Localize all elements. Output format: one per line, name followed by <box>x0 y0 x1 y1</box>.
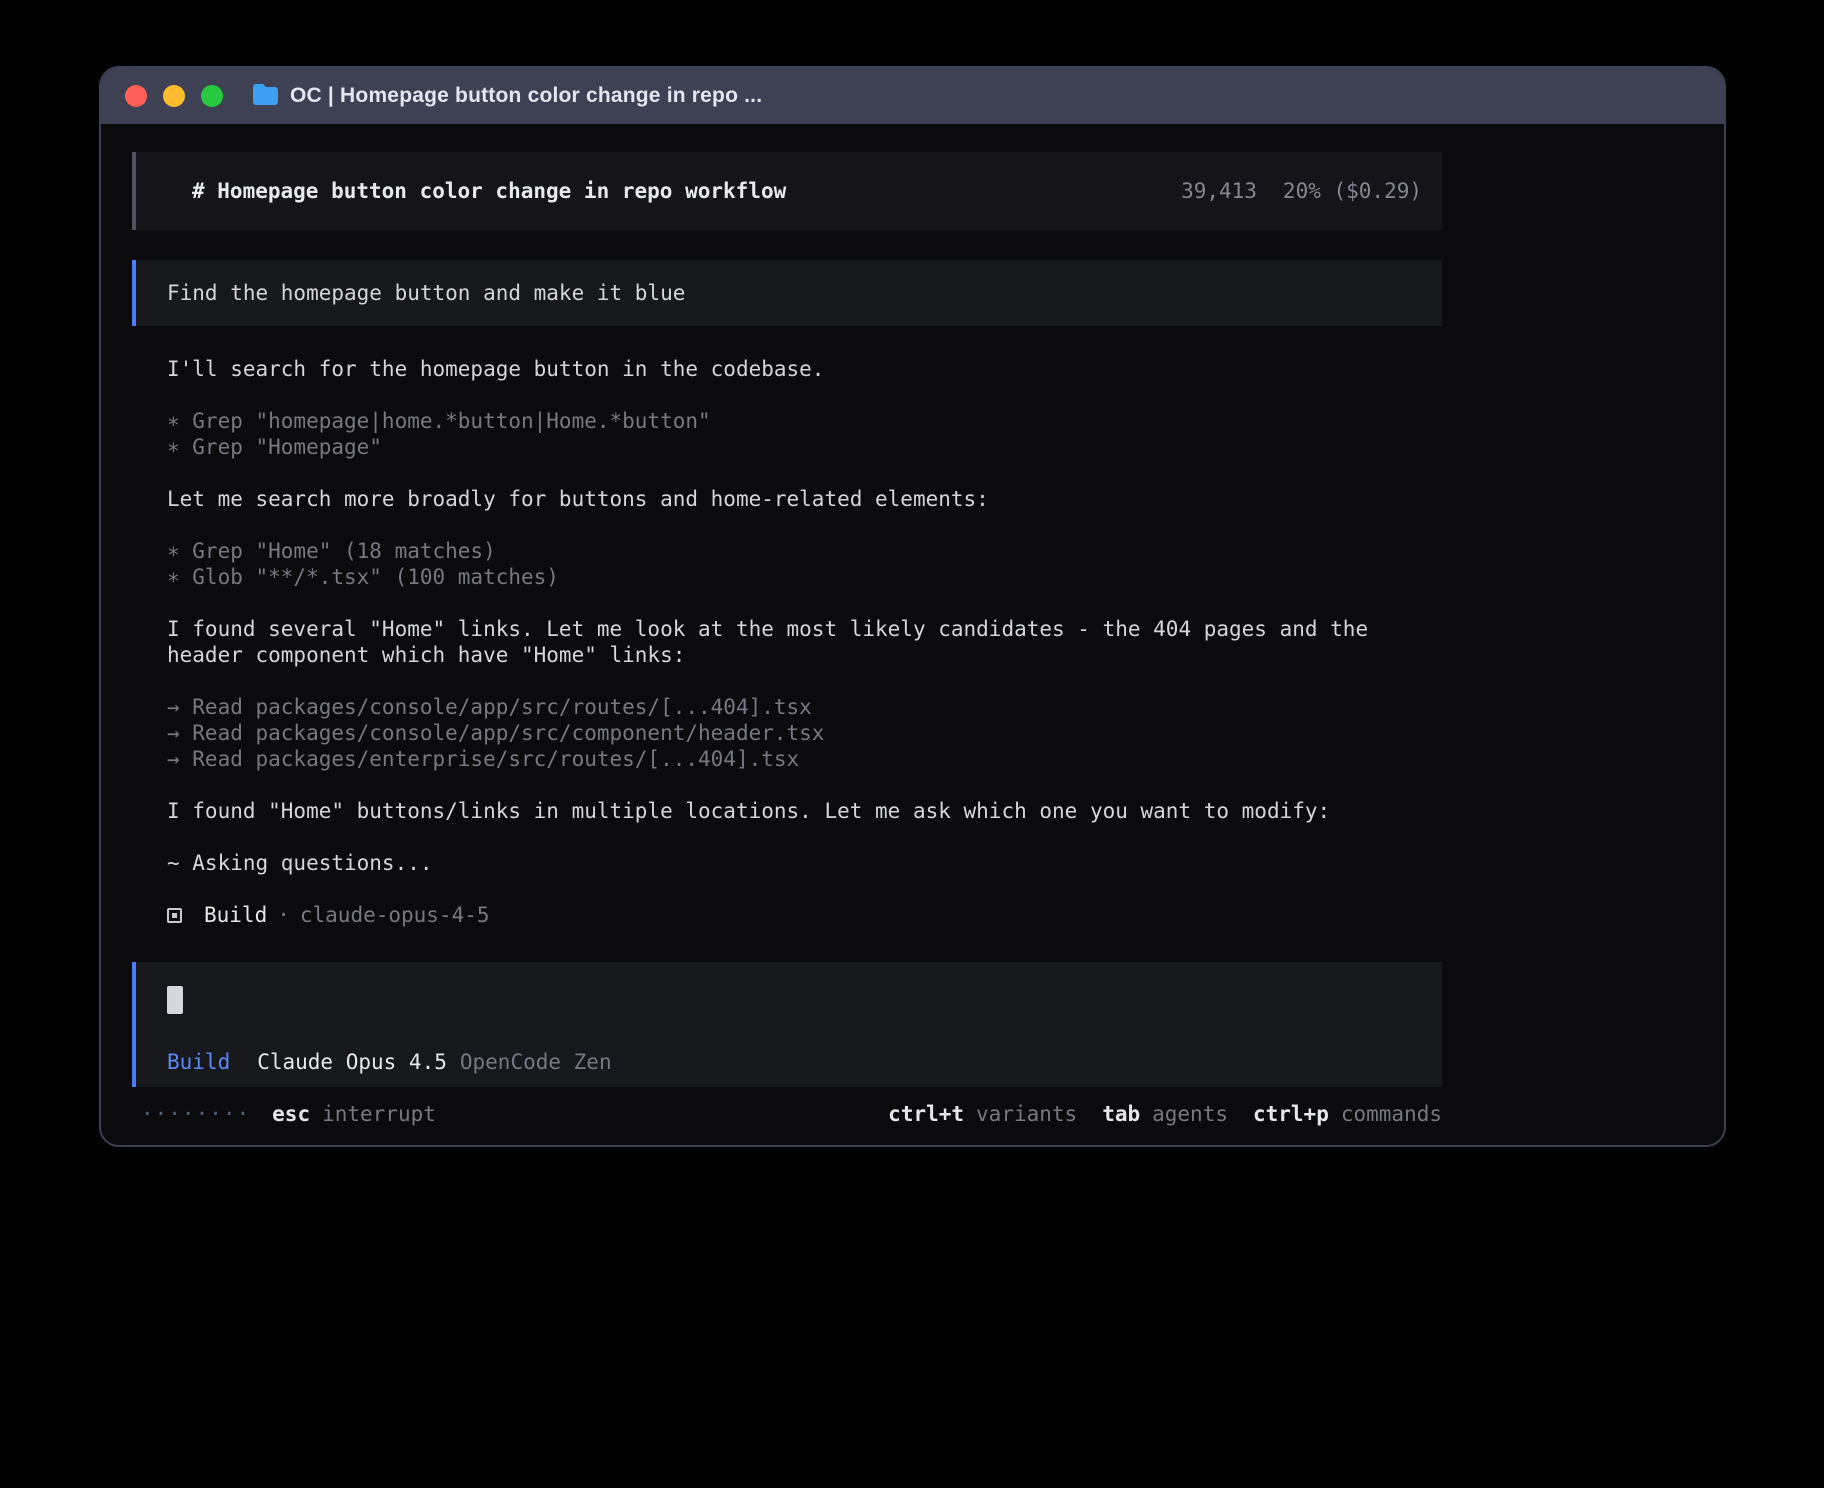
session-stats: 39,413 20% ($0.29) <box>1181 178 1422 204</box>
traffic-lights <box>125 85 223 107</box>
tool-read-line: → Read packages/console/app/src/routes/[… <box>167 694 1442 720</box>
input-provider-label: OpenCode Zen <box>460 1049 612 1075</box>
zoom-button[interactable] <box>201 85 223 107</box>
session-header: # Homepage button color change in repo w… <box>132 152 1442 230</box>
prompt-input[interactable]: Build Claude Opus 4.5 OpenCode Zen <box>132 962 1442 1087</box>
tool-call-line: ∗ Grep "homepage|home.*button|Home.*butt… <box>167 408 1442 434</box>
tool-call-line: ∗ Glob "**/*.tsx" (100 matches) <box>167 564 1442 590</box>
agent-separator: · <box>277 902 290 928</box>
assistant-message: Let me search more broadly for buttons a… <box>167 486 1442 512</box>
spinner-dots: ········ <box>141 1101 250 1127</box>
tool-call-line: ∗ Grep "Homepage" <box>167 434 1442 460</box>
tool-call-line: ∗ Grep "Home" (18 matches) <box>167 538 1442 564</box>
input-agent-label[interactable]: Build <box>167 1049 230 1075</box>
hotkey-interrupt: esc interrupt <box>272 1101 436 1127</box>
hotkey-label: interrupt <box>322 1101 436 1127</box>
minimize-button[interactable] <box>163 85 185 107</box>
title-group: OC | Homepage button color change in rep… <box>252 83 762 110</box>
hotkey-key: esc <box>272 1101 310 1127</box>
tool-read-line: → Read packages/enterprise/src/routes/[.… <box>167 746 1442 772</box>
context-cost: 20% ($0.29) <box>1283 179 1422 203</box>
tool-read-group: → Read packages/console/app/src/routes/[… <box>167 694 1442 772</box>
close-button[interactable] <box>125 85 147 107</box>
statusbar-left: ········ esc interrupt <box>132 1101 436 1127</box>
hotkey-key: tab <box>1102 1101 1140 1127</box>
titlebar[interactable]: OC | Homepage button color change in rep… <box>101 68 1724 124</box>
tool-read-line: → Read packages/console/app/src/componen… <box>167 720 1442 746</box>
agent-model: claude-opus-4-5 <box>300 902 490 928</box>
hotkey-key: ctrl+t <box>888 1101 964 1127</box>
terminal-window: OC | Homepage button color change in rep… <box>99 66 1726 1147</box>
hotkey-key: ctrl+p <box>1253 1101 1329 1127</box>
token-count: 39,413 <box>1181 179 1257 203</box>
hotkey-label: agents <box>1152 1101 1228 1127</box>
folder-icon <box>252 83 279 110</box>
window-title: OC | Homepage button color change in rep… <box>290 84 762 108</box>
assistant-message: I found "Home" buttons/links in multiple… <box>167 798 1442 824</box>
user-message-text: Find the homepage button and make it blu… <box>167 281 685 305</box>
status-bar: ········ esc interrupt ctrl+t variants t… <box>132 1101 1442 1127</box>
working-status: ~ Asking questions... <box>167 850 1442 876</box>
user-message: Find the homepage button and make it blu… <box>132 260 1442 326</box>
hotkey-label: commands <box>1341 1101 1442 1127</box>
assistant-message: I found several "Home" links. Let me loo… <box>167 616 1442 668</box>
hotkey-commands: ctrl+p commands <box>1253 1101 1442 1127</box>
agent-name: Build <box>204 902 267 928</box>
assistant-message: I'll search for the homepage button in t… <box>167 356 1442 382</box>
hotkey-label: variants <box>976 1101 1077 1127</box>
terminal-content: # Homepage button color change in repo w… <box>101 124 1724 1145</box>
text-cursor <box>167 986 183 1014</box>
hotkey-variants: ctrl+t variants <box>888 1101 1077 1127</box>
input-model-label[interactable]: Claude Opus 4.5 <box>257 1049 447 1075</box>
agent-status-line: Build · claude-opus-4-5 <box>167 902 1442 928</box>
hotkey-agents: tab agents <box>1102 1101 1228 1127</box>
input-meta: Build Claude Opus 4.5 OpenCode Zen <box>167 1049 1422 1075</box>
input-line[interactable] <box>167 986 1422 1014</box>
tool-call-group: ∗ Grep "homepage|home.*button|Home.*butt… <box>167 408 1442 460</box>
statusbar-right: ctrl+t variants tab agents ctrl+p comman… <box>888 1101 1442 1127</box>
agent-build-icon <box>167 908 182 923</box>
session-title: # Homepage button color change in repo w… <box>192 178 786 204</box>
tool-call-group: ∗ Grep "Home" (18 matches) ∗ Glob "**/*.… <box>167 538 1442 590</box>
